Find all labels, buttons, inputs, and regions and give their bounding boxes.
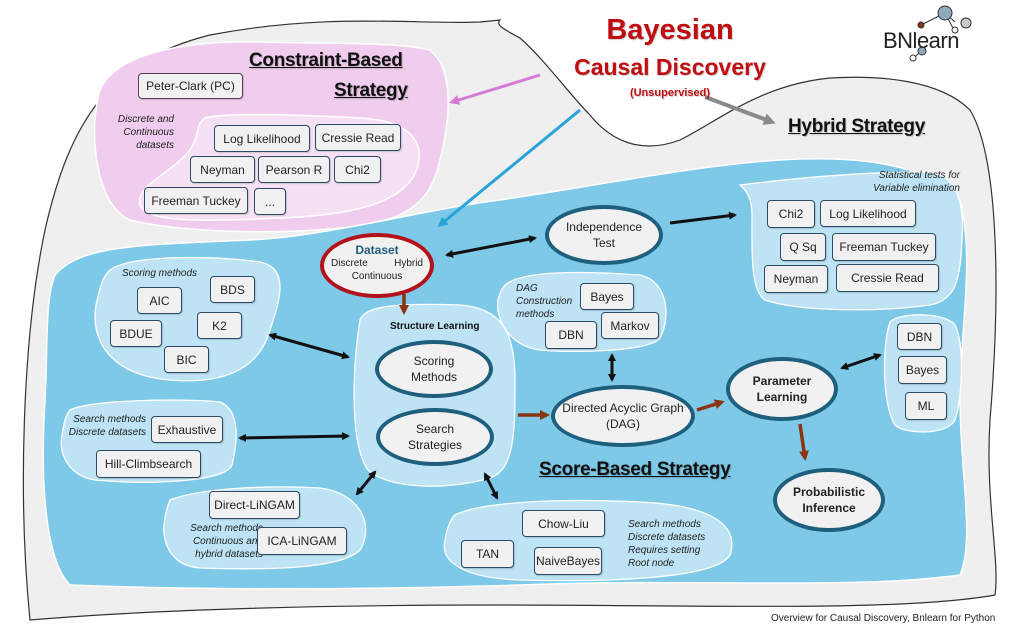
dag-method-markov: Markov xyxy=(601,312,659,339)
dag-construction-note: DAG Construction methods xyxy=(516,283,573,320)
test-more: ... xyxy=(254,188,286,215)
dataset-type-continuous: Continuous xyxy=(351,271,403,282)
hybrid-test-freeman-tuckey: Freeman Tuckey xyxy=(832,233,936,261)
param-method-bayes: Bayes xyxy=(898,356,947,384)
diagram-canvas: Bayesian Causal Discovery (Unsupervised)… xyxy=(0,0,1024,635)
score-based-heading: Score-Based Strategy xyxy=(539,459,731,480)
score-k2: K2 xyxy=(197,312,242,339)
dataset-type-discrete: Discrete xyxy=(331,258,368,269)
search-direct-lingam: Direct-LiNGAM xyxy=(209,491,300,519)
pc-algorithm: Peter-Clark (PC) xyxy=(138,73,243,99)
test-chi2: Chi2 xyxy=(334,156,381,183)
score-bdue: BDUE xyxy=(110,320,162,347)
hybrid-test-neyman: Neyman xyxy=(764,265,828,293)
test-pearson-r: Pearson R xyxy=(258,156,330,183)
dataset-type-hybrid: Hybrid xyxy=(394,258,423,269)
test-cressie-read: Cressie Read xyxy=(315,124,401,151)
hybrid-test-cressie-read: Cressie Read xyxy=(836,264,939,292)
constraint-heading-line1: Constraint-Based xyxy=(249,50,403,71)
parameter-learning-node: Parameter Learning xyxy=(726,357,838,421)
probabilistic-inference-node: Probabilistic Inference xyxy=(773,468,885,532)
tree-note: Search methods Discrete datasets Require… xyxy=(628,519,706,569)
constraint-heading-line2: Strategy xyxy=(334,80,408,101)
score-bds: BDS xyxy=(210,276,255,303)
test-log-likelihood: Log Likelihood xyxy=(214,125,310,152)
dag-method-bayes: Bayes xyxy=(580,283,634,310)
search-naive-bayes: NaiveBayes xyxy=(534,547,602,575)
lingam-note: Search methods Continuous and hybrid dat… xyxy=(190,523,263,560)
dag-method-dbn: DBN xyxy=(545,321,597,349)
search-ica-lingam: ICA-LiNGAM xyxy=(257,527,347,555)
search-exhaustive: Exhaustive xyxy=(151,416,223,443)
dataset-node: Dataset Discrete Hybrid Continuous xyxy=(320,233,434,298)
param-method-dbn: DBN xyxy=(897,323,942,350)
dag-node: Directed Acyclic Graph (DAG) xyxy=(551,385,695,447)
search-tan: TAN xyxy=(461,540,514,568)
test-neyman: Neyman xyxy=(190,156,255,183)
hybrid-heading: Hybrid Strategy xyxy=(788,116,925,137)
scoring-methods-node: Scoring Methods xyxy=(375,340,493,398)
search-chow-liu: Chow-Liu xyxy=(522,510,605,537)
search-hill-climb: Hill-Climbsearch xyxy=(96,450,201,478)
hybrid-test-log-likelihood: Log Likelihood xyxy=(820,200,916,227)
hybrid-test-qsq: Q Sq xyxy=(780,233,826,261)
bnlearn-logo: BNlearn xyxy=(883,28,959,53)
score-bic: BIC xyxy=(164,346,209,373)
structure-learning-label: Structure Learning xyxy=(390,321,480,332)
search-discrete-note: Search methods Discrete datasets xyxy=(68,414,146,438)
hybrid-test-chi2: Chi2 xyxy=(767,200,815,228)
constraint-note: Discrete and Continuous datasets xyxy=(117,114,174,151)
search-strategies-node: Search Strategies xyxy=(376,408,494,466)
title-line1: Bayesian xyxy=(606,14,734,46)
test-freeman-tuckey: Freeman Tuckey xyxy=(144,187,248,214)
footer-caption: Overview for Causal Discovery, Bnlearn f… xyxy=(771,613,996,624)
hybrid-note: Statistical tests for Variable eliminati… xyxy=(873,170,960,194)
scoring-note: Scoring methods xyxy=(122,268,198,279)
param-method-ml: ML xyxy=(905,392,947,420)
title-line2: Causal Discovery xyxy=(574,54,766,80)
score-aic: AIC xyxy=(137,287,182,314)
independence-test-node: Independence Test xyxy=(545,205,663,265)
title-subtitle: (Unsupervised) xyxy=(629,87,711,99)
arrow-search-structure xyxy=(238,432,350,442)
